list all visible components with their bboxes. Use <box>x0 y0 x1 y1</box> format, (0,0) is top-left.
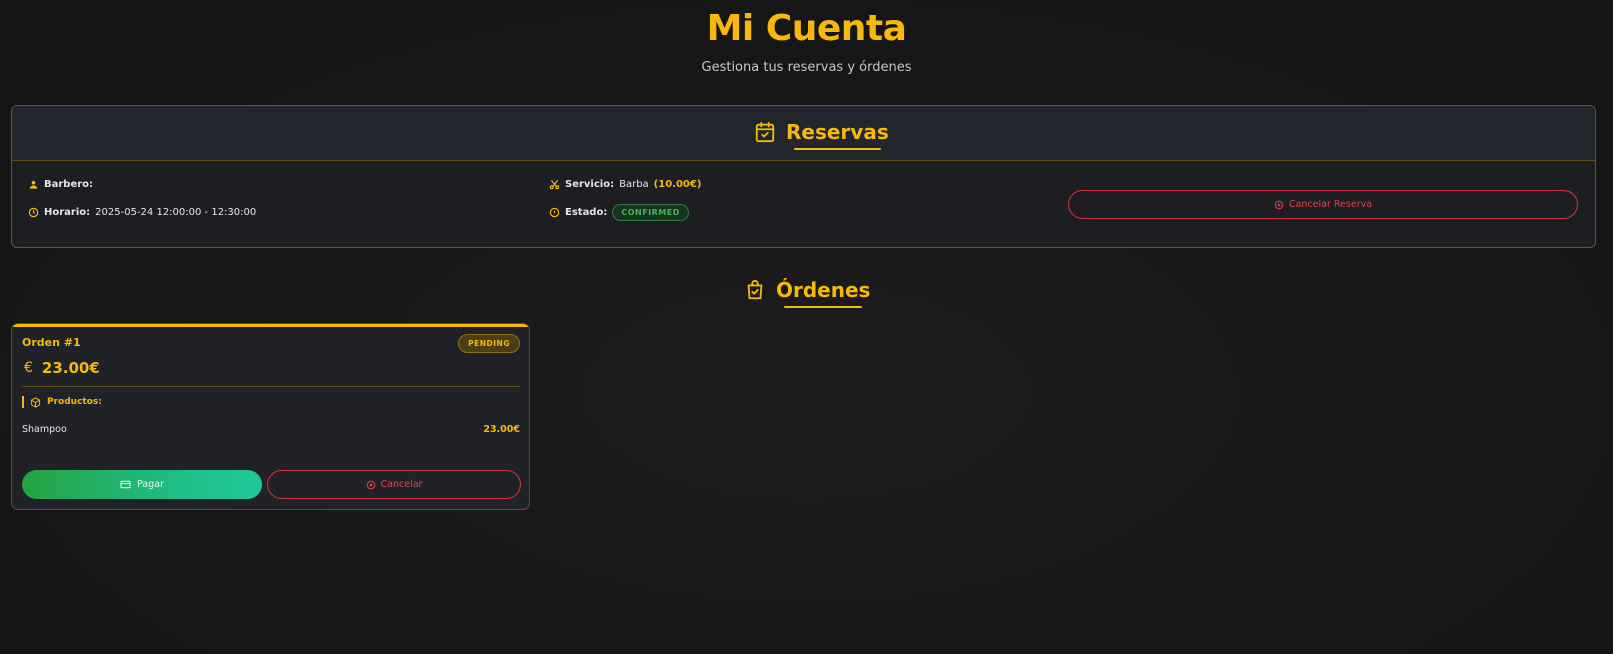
barber-label: Barbero: <box>44 179 94 190</box>
x-circle-icon <box>1274 200 1284 210</box>
calendar-check-icon <box>754 121 776 143</box>
page-subtitle: Gestiona tus reservas y órdenes <box>701 60 912 75</box>
service-label: Servicio: <box>565 179 615 190</box>
box-icon <box>30 396 41 408</box>
scissors-icon <box>549 179 560 190</box>
order-title: Orden #1 <box>22 336 81 349</box>
reservations-title: Reservas <box>786 120 889 150</box>
order-status-badge: PENDING <box>458 334 520 353</box>
pay-button[interactable]: Pagar <box>22 470 262 499</box>
products-label: Productos: <box>47 397 102 407</box>
service-value: Barba <box>619 179 649 190</box>
order-total-amount: 23.00€ <box>41 359 100 377</box>
service-field: Servicio: Barba (10.00€) <box>549 179 701 190</box>
schedule-field: Horario: 2025-05-24 12:00:00 - 12:30:00 <box>28 207 256 218</box>
reservations-card: Reservas Barbero: Horario: 2025-05-24 12… <box>11 105 1596 248</box>
divider <box>22 386 520 387</box>
product-name: Shampoo <box>22 424 67 435</box>
cancel-order-label: Cancelar <box>380 479 423 490</box>
info-icon <box>549 207 560 218</box>
reservations-heading: Reservas <box>754 120 889 150</box>
reservations-header: Reservas <box>12 106 1595 161</box>
cancel-reservation-button[interactable]: Cancelar Reserva <box>1068 190 1578 219</box>
status-field: Estado: CONFIRMED <box>549 204 689 221</box>
order-card: Orden #1 PENDING € 23.00€ Productos: Sha… <box>11 323 530 510</box>
status-label: Estado: <box>565 207 608 218</box>
schedule-label: Horario: <box>44 207 91 218</box>
pay-label: Pagar <box>137 479 164 490</box>
barber-field: Barbero: <box>28 179 98 190</box>
orders-title: Órdenes <box>776 278 871 308</box>
service-price: (10.00€) <box>653 179 702 190</box>
user-icon <box>28 179 39 190</box>
shopping-bag-check-icon <box>744 279 766 301</box>
product-row: Shampoo 23.00€ <box>22 424 520 435</box>
reservation-item: Barbero: Horario: 2025-05-24 12:00:00 - … <box>12 161 1595 247</box>
product-price: 23.00€ <box>483 424 520 435</box>
status-badge: CONFIRMED <box>612 204 689 221</box>
orders-heading: Órdenes <box>744 278 871 308</box>
cancel-reservation-label: Cancelar Reserva <box>1288 199 1373 210</box>
x-circle-icon <box>366 480 376 490</box>
order-total: € 23.00€ <box>24 359 100 377</box>
euro-icon: € <box>24 360 33 376</box>
account-page: Mi Cuenta Gestiona tus reservas y órdene… <box>0 0 1613 654</box>
schedule-value: 2025-05-24 12:00:00 - 12:30:00 <box>95 207 257 218</box>
cancel-order-button[interactable]: Cancelar <box>267 470 521 499</box>
clock-icon <box>28 207 39 218</box>
products-heading: Productos: <box>22 396 102 408</box>
page-title: Mi Cuenta <box>706 8 907 49</box>
credit-card-icon <box>120 479 131 490</box>
